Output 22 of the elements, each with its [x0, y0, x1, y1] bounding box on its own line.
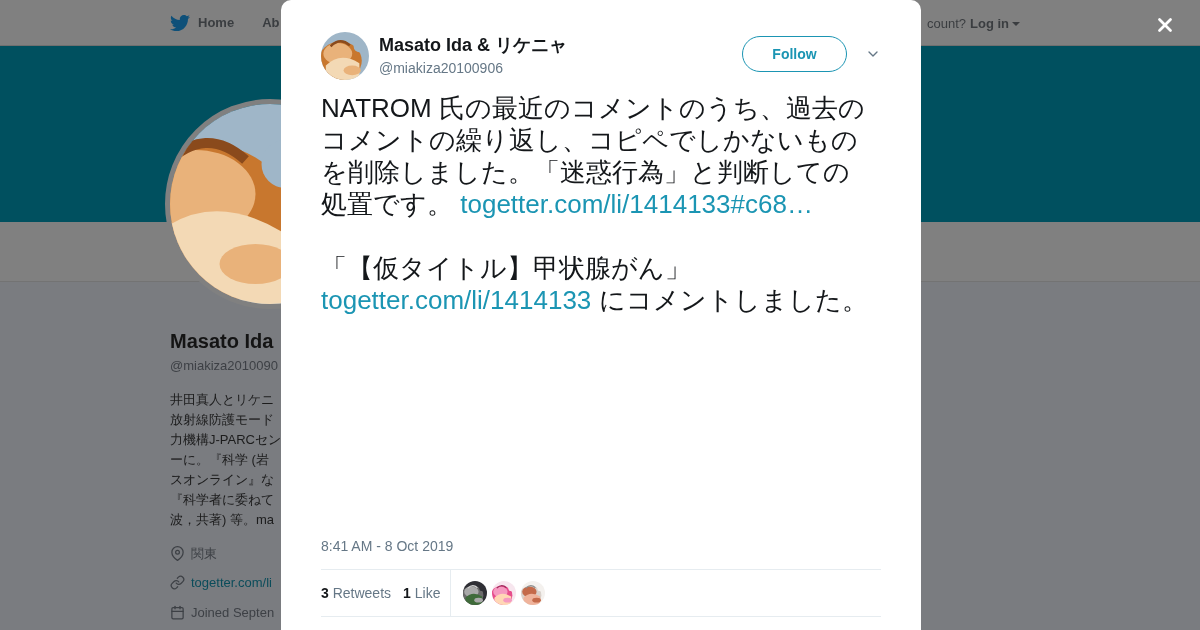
- author-handle: @miakiza20100906: [379, 59, 504, 78]
- bird-icon: [170, 12, 190, 33]
- tweet-link[interactable]: togetter.com/li/1414133#c68…: [460, 189, 813, 219]
- profile-url[interactable]: togetter.com/li: [191, 573, 272, 593]
- nav-link[interactable]: Home: [170, 12, 235, 33]
- tweet-link[interactable]: togetter.com/li/1414133: [321, 285, 592, 315]
- profile-handle: @miakiza2010090: [170, 357, 279, 375]
- tweet-timestamp: 8:41 AM - 8 Oct 2019: [321, 537, 455, 556]
- profile-joined: Joined Septen: [191, 603, 275, 622]
- login-link[interactable]: Log in: [970, 14, 1021, 34]
- profile-name: Masato Ida: [170, 329, 275, 354]
- author-name: Masato Ida & リケニャ: [379, 34, 568, 56]
- profile-bio: 井田真人とリケニ 放射線防護モード 力機構J-PARCセン ーに。『科学 (岩 スオンライン』な 『科学者に委ねて 波，共著) 等。ma: [170, 390, 282, 529]
- stat-link[interactable]: 1 Like: [403, 582, 441, 604]
- stat-link[interactable]: 3 Retweets: [321, 582, 392, 604]
- calendar-icon: [170, 604, 185, 620]
- link-icon: [170, 575, 185, 591]
- account-prompt: count?: [927, 15, 967, 33]
- tweet-text: 「【仮タイトル】甲状腺がん」 togetter.com/li/1414133 にコメントしました。: [321, 252, 869, 316]
- location-pin-icon: [170, 545, 185, 561]
- tweet-text: NATROM 氏の最近のコメントのうち、過去のコメントの繰り返し、コピペでしかないものを削除しました。「迷惑行為」と判断しての処置です。 togetter.com/li/1414133#c68…: [321, 92, 866, 220]
- nav-link[interactable]: Ab: [262, 12, 280, 33]
